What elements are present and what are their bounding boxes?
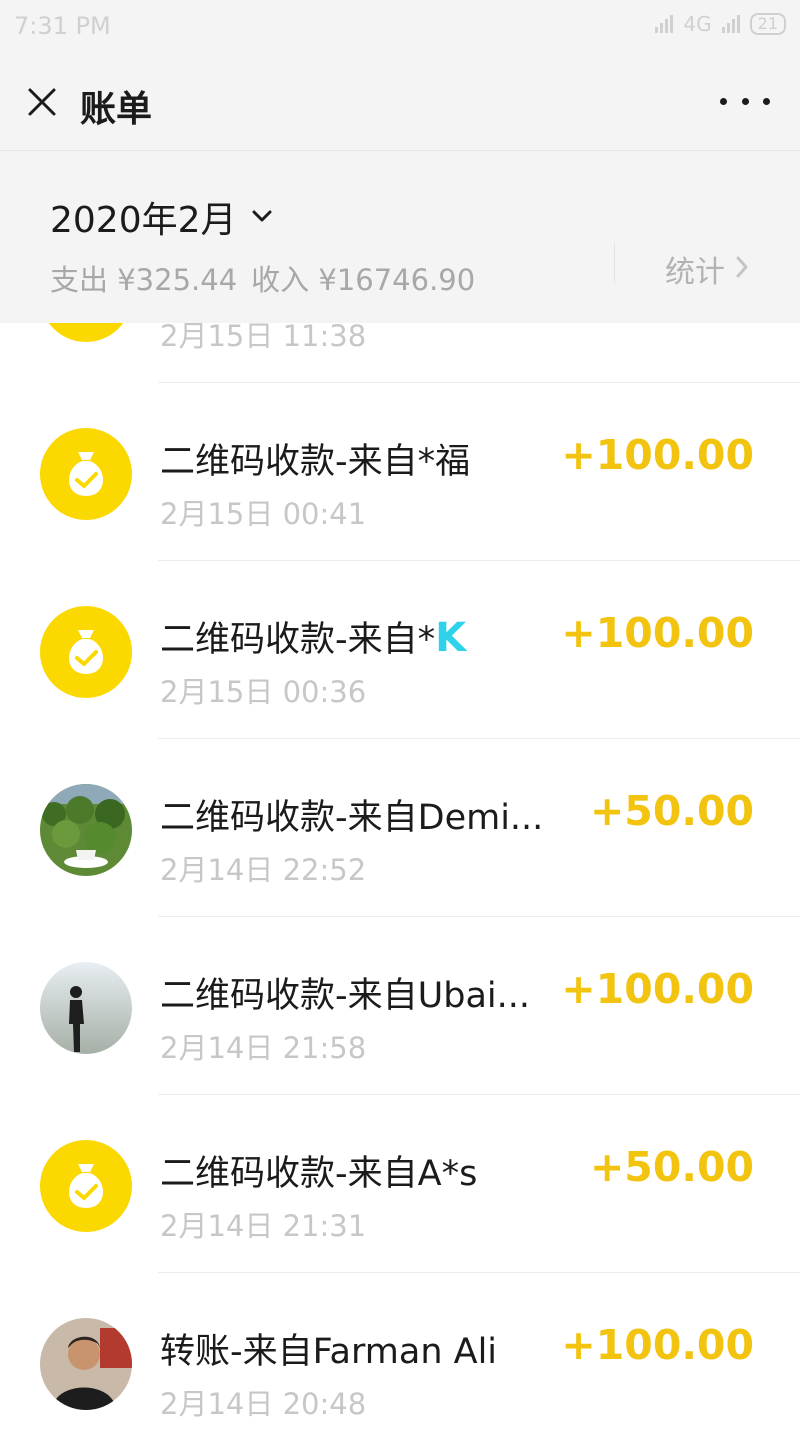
transaction-title: 二维码收款-来自Demi...: [160, 798, 544, 838]
transaction-title: 二维码收款-来自A*s: [160, 1154, 478, 1194]
divider: [614, 243, 615, 283]
transaction-row[interactable]: 二维码收款-来自*福 2月15日 00:41 +100.00: [0, 383, 800, 561]
forest-photo-avatar: [40, 784, 132, 876]
k-glyph: K: [435, 615, 467, 661]
transaction-row[interactable]: 二维码收款-来自Demi... 2月14日 22:52 +50.00: [0, 739, 800, 917]
expense-summary: 支出 ¥325.44: [50, 263, 238, 297]
close-icon[interactable]: [22, 82, 62, 122]
transaction-row[interactable]: 二维码收款-来自*K 2月15日 00:36 +100.00: [0, 561, 800, 739]
stats-link[interactable]: 统计: [665, 247, 749, 291]
transaction-time: 2月15日 00:36: [160, 675, 367, 709]
chevron-right-icon: [735, 252, 749, 287]
status-icons: 4G 21: [655, 12, 786, 36]
chevron-down-icon: [251, 208, 273, 227]
transaction-title: 转账-来自Farman Ali: [160, 1332, 498, 1372]
signal-icon: [655, 15, 674, 33]
transaction-amount: +50.00: [589, 1143, 754, 1191]
month-label: 2020年2月: [50, 200, 237, 241]
transaction-time: 2月14日 21:31: [160, 1209, 367, 1243]
transaction-row[interactable]: 二维码收款-来自A*s 2月14日 21:31 +50.00: [0, 1095, 800, 1273]
status-bar: 7:31 PM 4G 21: [0, 0, 800, 56]
transaction-row[interactable]: 转账-来自Farman Ali 2月14日 20:48 +100.00: [0, 1273, 800, 1451]
stats-label: 统计: [665, 255, 725, 290]
transaction-row[interactable]: 二维码收款-来自Ubai... 2月14日 21:58 +100.00: [0, 917, 800, 1095]
moneybag-icon: [40, 606, 132, 698]
status-time: 7:31 PM: [14, 12, 111, 40]
nav-bar: 账单: [0, 56, 800, 151]
transaction-title: 二维码收款-来自*福: [160, 442, 471, 482]
more-icon[interactable]: [720, 86, 770, 116]
signal-icon-2: [721, 15, 740, 33]
moneybag-icon: [40, 1140, 132, 1232]
transaction-title: 二维码收款-来自Ubai...: [160, 976, 531, 1016]
person-photo-avatar: [40, 1318, 132, 1410]
income-summary: 收入 ¥16746.90: [251, 263, 476, 297]
summary: 支出 ¥325.44 收入 ¥16746.90: [50, 257, 475, 299]
transaction-time: 2月14日 22:52: [160, 853, 367, 887]
transaction-list: 2月15日 11:38 二维码收款-来自*福 2月15日 00:41 +100.…: [0, 205, 800, 1451]
moneybag-icon: [40, 428, 132, 520]
transaction-title-text: 二维码收款-来自*: [160, 620, 436, 660]
transaction-amount: +100.00: [561, 1321, 754, 1369]
transaction-time: 2月15日 00:41: [160, 497, 367, 531]
page-title: 账单: [80, 89, 153, 130]
month-picker[interactable]: 2020年2月: [50, 191, 273, 243]
transaction-amount: +100.00: [561, 609, 754, 657]
transaction-title: 二维码收款-来自*K: [160, 611, 466, 662]
person-photo-avatar: [40, 962, 132, 1054]
transaction-amount: +100.00: [561, 965, 754, 1013]
network-label: 4G: [683, 12, 712, 36]
battery-icon: 21: [749, 13, 786, 35]
transaction-time: 2月14日 21:58: [160, 1031, 367, 1065]
transaction-time: 2月14日 20:48: [160, 1387, 367, 1421]
transaction-amount: +50.00: [589, 787, 754, 835]
transaction-amount: +100.00: [561, 431, 754, 479]
month-header: 2020年2月 支出 ¥325.44 收入 ¥16746.90 统计: [0, 151, 800, 323]
